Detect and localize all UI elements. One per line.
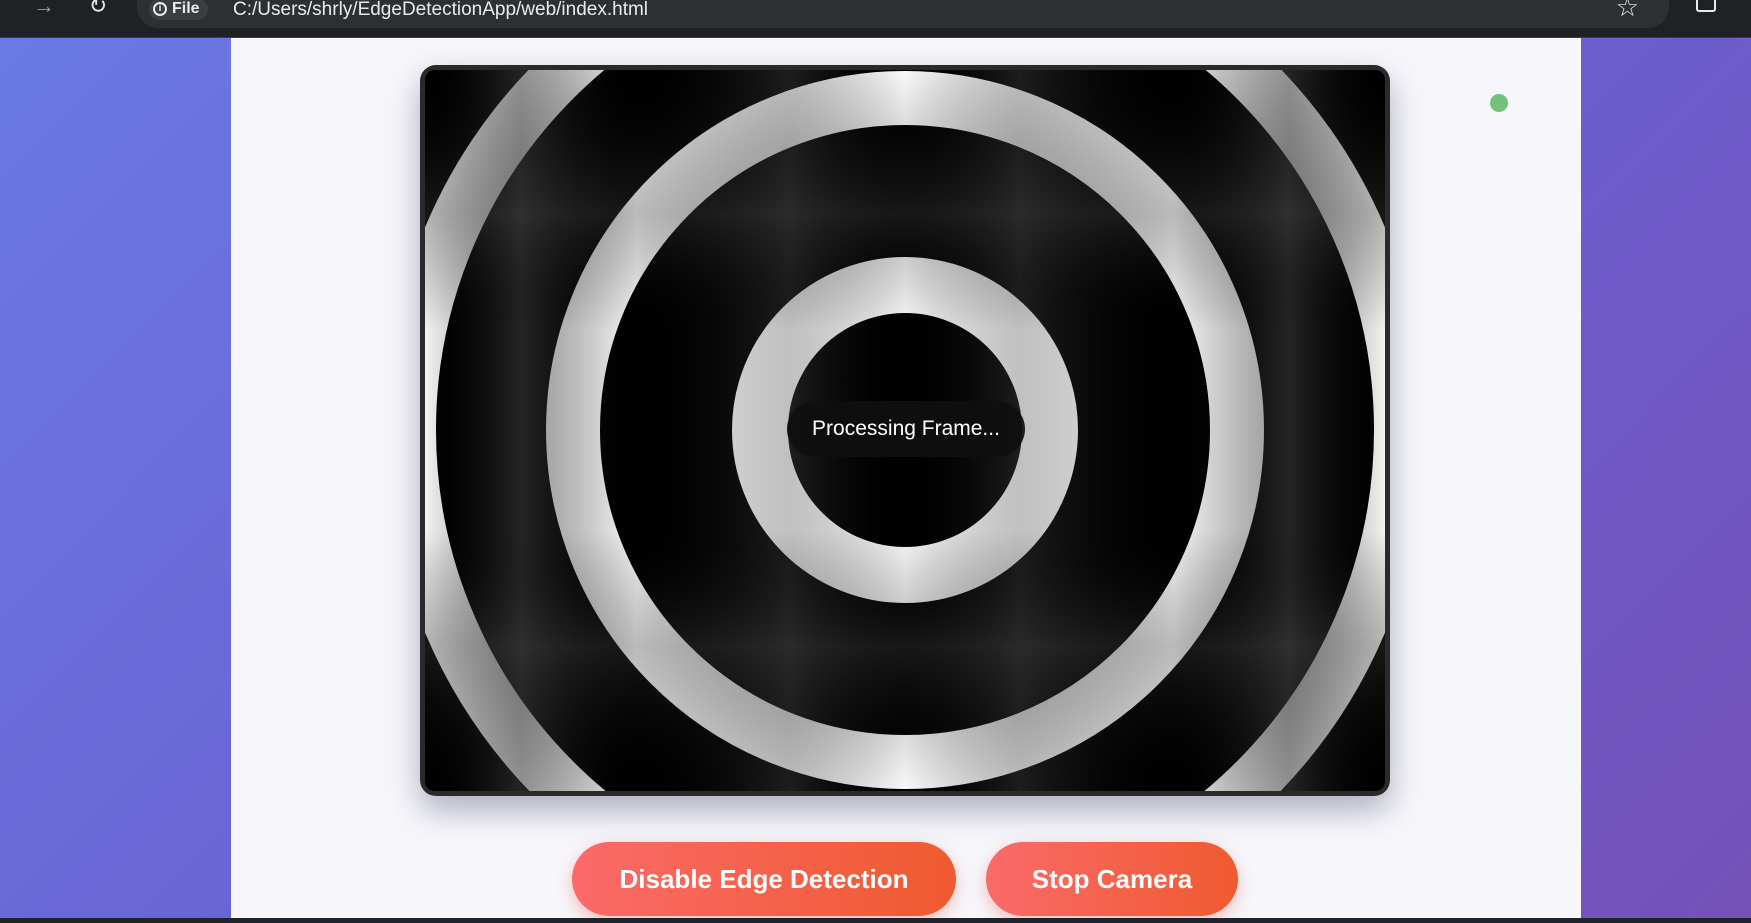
address-bar[interactable]: i File C:/Users/shrly/EdgeDetectionApp/w…	[137, 0, 1669, 28]
site-info-chip[interactable]: i File	[149, 0, 208, 20]
url-text[interactable]: C:/Users/shrly/EdgeDetectionApp/web/inde…	[233, 0, 648, 21]
processing-overlay: Processing Frame...	[787, 401, 1025, 457]
site-chip-label: File	[172, 0, 200, 17]
star-icon[interactable]: ☆	[1616, 0, 1639, 20]
taskbar-edge	[0, 918, 1751, 923]
status-indicator	[1490, 94, 1508, 112]
extensions-icon[interactable]	[1696, 0, 1716, 12]
browser-toolbar: → ↻ i File C:/Users/shrly/EdgeDetectionA…	[0, 0, 1751, 38]
stop-camera-button[interactable]: Stop Camera	[986, 842, 1238, 916]
reload-icon[interactable]: ↻	[84, 0, 112, 20]
toggle-edge-detection-button[interactable]: Disable Edge Detection	[572, 842, 956, 916]
forward-icon[interactable]: →	[30, 0, 58, 20]
info-icon: i	[153, 2, 167, 16]
